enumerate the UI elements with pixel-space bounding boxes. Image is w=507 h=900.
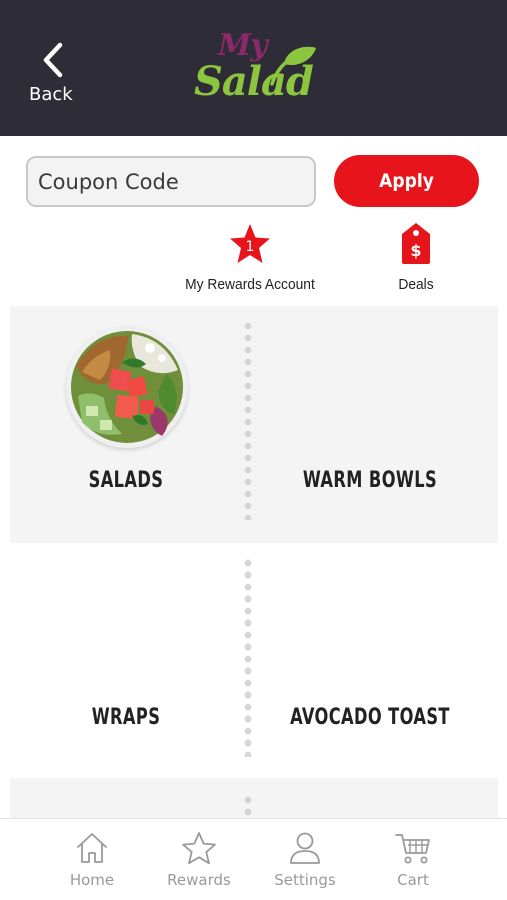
coupon-code-input[interactable] xyxy=(26,156,316,207)
person-icon xyxy=(290,832,320,864)
category-label-wraps: WRAPS xyxy=(91,705,161,730)
deals-dollar-symbol: $ xyxy=(410,241,421,260)
my-rewards-account-link[interactable]: 1 My Rewards Account xyxy=(176,222,324,302)
tab-rewards-label: Rewards xyxy=(167,871,231,889)
deals-link[interactable]: $ Deals xyxy=(386,222,446,302)
category-label-salads: SALADS xyxy=(88,468,164,493)
bottom-tab-bar: Home Rewards Settings Cart xyxy=(0,818,507,900)
category-tile-salads[interactable]: SALADS xyxy=(10,306,242,543)
category-label-warm-bowls: WARM BOWLS xyxy=(302,468,438,493)
star-icon xyxy=(182,832,216,865)
rewards-star-icon: 1 xyxy=(230,224,270,263)
logo-text-salad: Salad xyxy=(194,58,314,105)
tab-settings[interactable]: Settings xyxy=(260,831,350,897)
dotted-divider xyxy=(243,557,253,757)
chevron-left-icon xyxy=(43,42,63,78)
category-row-3 xyxy=(10,778,498,818)
tab-cart[interactable]: Cart xyxy=(368,831,458,897)
price-tag-icon: $ xyxy=(402,223,430,264)
category-tile-wraps[interactable]: WRAPS xyxy=(10,543,242,780)
dotted-divider xyxy=(243,320,253,520)
tab-cart-label: Cart xyxy=(397,871,429,889)
my-rewards-account-label: My Rewards Account xyxy=(185,276,315,293)
category-row-2: WRAPS AVOCADO TOAST xyxy=(10,543,498,780)
cart-icon xyxy=(395,834,430,864)
app-header: Back My Salad xyxy=(0,0,507,136)
back-label: Back xyxy=(29,84,73,105)
home-icon xyxy=(77,833,107,863)
tab-home[interactable]: Home xyxy=(47,831,137,897)
category-label-avocado-toast: AVOCADO TOAST xyxy=(290,705,450,730)
tab-rewards[interactable]: Rewards xyxy=(154,831,244,897)
tab-home-label: Home xyxy=(69,871,115,889)
category-row-1: SALADS WARM BOWLS xyxy=(10,306,498,543)
dotted-divider xyxy=(243,794,253,818)
app-logo: My Salad xyxy=(190,26,320,110)
category-tile-avocado-toast[interactable]: AVOCADO TOAST xyxy=(254,543,486,780)
back-button[interactable]: Back xyxy=(26,40,82,110)
salad-bowl-image xyxy=(66,326,188,448)
deals-label: Deals xyxy=(398,276,434,293)
apply-coupon-button[interactable]: Apply xyxy=(334,155,479,207)
tab-settings-label: Settings xyxy=(274,871,336,889)
rewards-count-badge: 1 xyxy=(246,239,255,255)
category-tile-warm-bowls[interactable]: WARM BOWLS xyxy=(254,306,486,543)
